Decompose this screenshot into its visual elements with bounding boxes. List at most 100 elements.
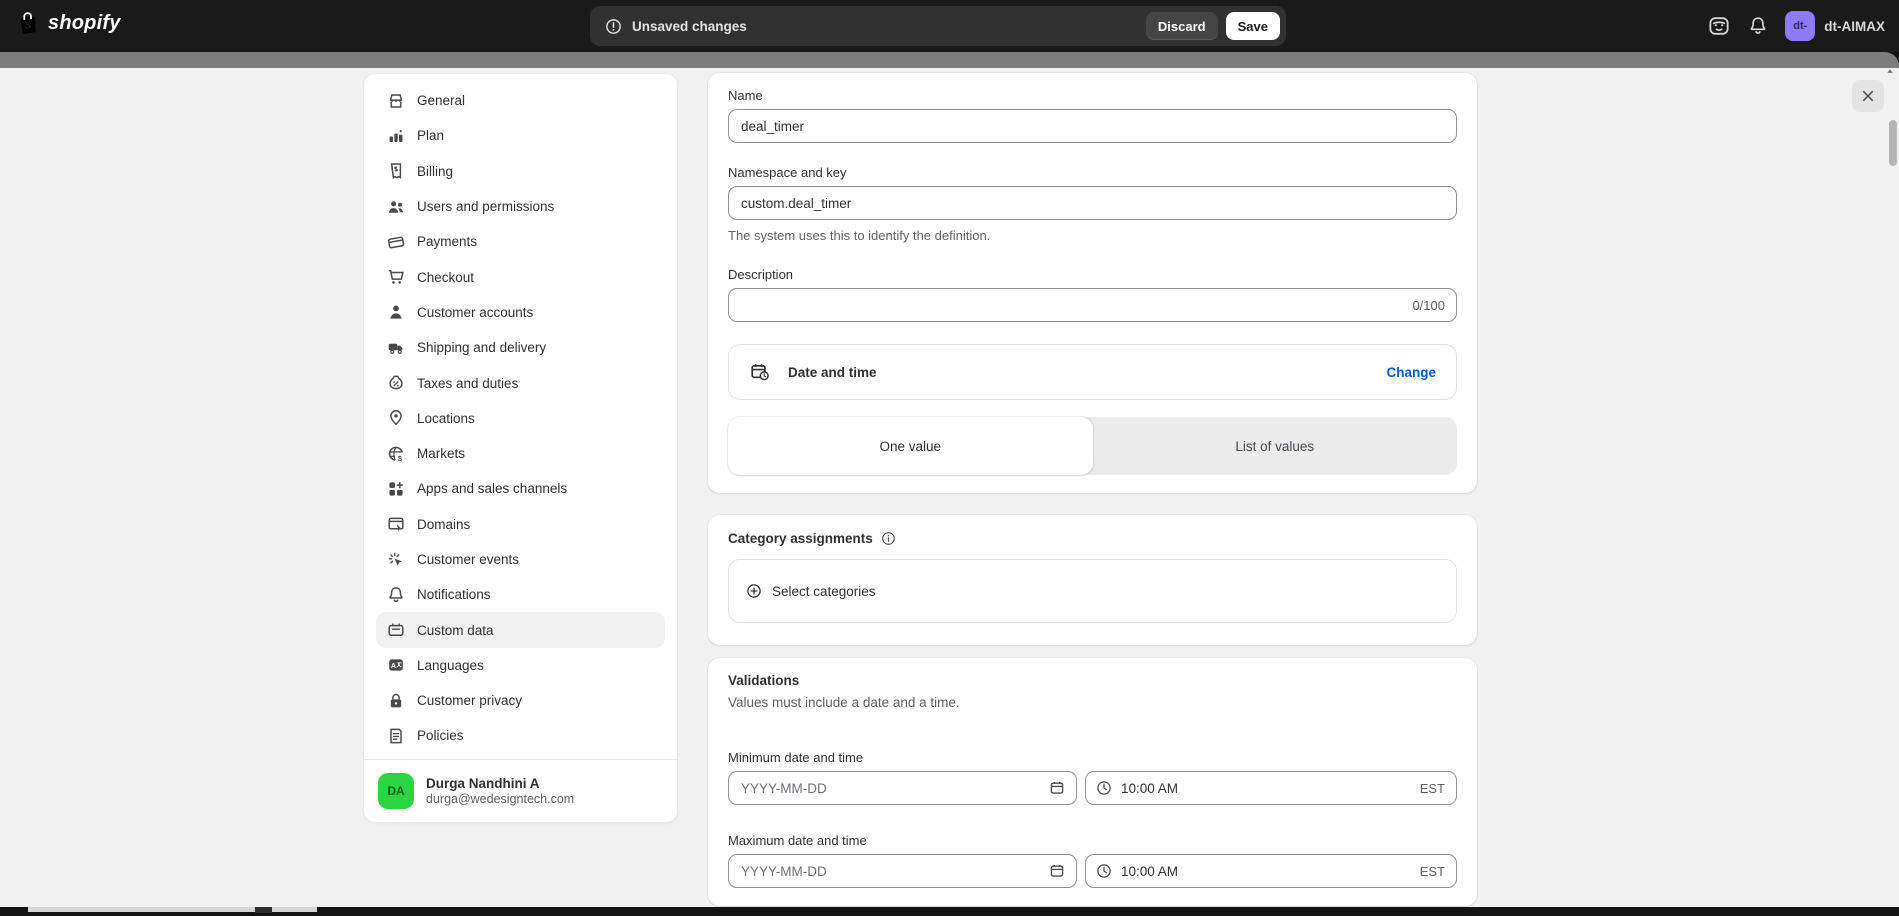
person-icon: [386, 302, 406, 322]
validations-subtitle: Values must include a date and a time.: [728, 695, 1457, 710]
sidebar-item-users-and-permissions[interactable]: Users and permissions: [376, 189, 665, 224]
max-date-input[interactable]: [728, 854, 1077, 888]
svg-text:A: A: [391, 663, 396, 670]
sidebar-item-label: Locations: [417, 411, 475, 426]
sidebar-item-languages[interactable]: A Languages: [376, 648, 665, 683]
policies-icon: [386, 726, 406, 746]
sidebar-item-domains[interactable]: Domains: [376, 507, 665, 542]
unsaved-changes-message: Unsaved changes: [632, 19, 747, 34]
validations-card: Validations Values must include a date a…: [708, 658, 1477, 906]
sidebar-item-notifications[interactable]: Notifications: [376, 577, 665, 612]
taxes-icon: [386, 373, 406, 393]
sidebar-item-label: Policies: [417, 728, 464, 743]
min-date-input[interactable]: [728, 771, 1077, 805]
category-assignments-title: Category assignments: [728, 531, 873, 546]
sidebar-item-label: General: [417, 93, 465, 108]
domains-icon: [386, 514, 406, 534]
sidebar-item-payments[interactable]: Payments: [376, 224, 665, 259]
markets-icon: $: [386, 444, 406, 464]
sidebar-item-label: Billing: [417, 164, 453, 179]
sidebar-item-label: Checkout: [417, 270, 474, 285]
sidebar-item-locations[interactable]: Locations: [376, 401, 665, 436]
close-settings-button[interactable]: [1852, 80, 1884, 112]
sidebar-item-billing[interactable]: Billing: [376, 154, 665, 189]
scrollbar-thumb[interactable]: [1889, 120, 1897, 166]
select-categories-button[interactable]: Select categories: [728, 559, 1457, 623]
content-type-label: Date and time: [788, 365, 877, 380]
settings-sidebar: General Plan Billing Users and permissio…: [363, 73, 678, 823]
bell-icon: [386, 585, 406, 605]
sidebar-item-label: Languages: [417, 658, 484, 673]
sidebar-item-label: Plan: [417, 128, 444, 143]
sidebar-item-customer-accounts[interactable]: Customer accounts: [376, 295, 665, 330]
discard-button[interactable]: Discard: [1146, 12, 1218, 40]
notifications-button[interactable]: [1747, 15, 1769, 37]
bell-icon: [1747, 25, 1769, 40]
content-type-row: Date and time Change: [728, 344, 1457, 400]
sidebar-item-plan[interactable]: Plan: [376, 118, 665, 153]
sidebar-item-label: Custom data: [417, 623, 494, 638]
info-icon[interactable]: [880, 530, 897, 547]
apps-icon: [386, 479, 406, 499]
topbar-right-cluster: dt- dt-AIMAX: [1707, 0, 1885, 52]
save-button[interactable]: Save: [1226, 12, 1280, 40]
payments-icon: [386, 232, 406, 252]
languages-icon: A: [386, 655, 406, 675]
one-value-segment[interactable]: One value: [728, 417, 1093, 475]
min-time-input[interactable]: [1085, 771, 1457, 805]
svg-text:$: $: [398, 454, 403, 463]
min-datetime-label: Minimum date and time: [728, 750, 1457, 765]
name-input[interactable]: [728, 109, 1457, 143]
sidebar-item-customer-privacy[interactable]: Customer privacy: [376, 683, 665, 718]
change-type-link[interactable]: Change: [1386, 365, 1436, 380]
sidebar-item-custom-data[interactable]: Custom data: [376, 612, 665, 647]
sidebar-user-card[interactable]: DA Durga Nandhini A durga@wedesigntech.c…: [364, 760, 677, 822]
sidebar-item-policies[interactable]: Policies: [376, 718, 665, 753]
sidebar-item-customer-events[interactable]: Customer events: [376, 542, 665, 577]
namespace-help-text: The system uses this to identify the def…: [728, 228, 1457, 243]
customdata-icon: [386, 620, 406, 640]
shopify-logo[interactable]: S shopify: [14, 10, 121, 37]
modal-backdrop-band: [0, 52, 1899, 68]
shopify-settings-screen: S shopify Unsaved changes Discard Save d…: [0, 0, 1899, 916]
namespace-input[interactable]: [728, 186, 1457, 220]
sidebar-item-label: Shipping and delivery: [417, 340, 546, 355]
close-icon: [1859, 93, 1877, 108]
sidebar-item-label: Customer events: [417, 552, 519, 567]
sidebar-item-label: Domains: [417, 517, 470, 532]
select-categories-label: Select categories: [772, 584, 876, 599]
store-icon: [386, 91, 406, 111]
name-label: Name: [728, 88, 1457, 103]
sidebar-item-shipping-and-delivery[interactable]: Shipping and delivery: [376, 330, 665, 365]
max-time-input[interactable]: [1085, 854, 1457, 888]
user-name: Durga Nandhini A: [426, 775, 574, 792]
cardinality-segmented-control: One value List of values: [728, 417, 1457, 475]
checkout-icon: [386, 267, 406, 287]
store-name: dt-AIMAX: [1824, 19, 1885, 34]
sidebar-item-apps-and-sales-channels[interactable]: Apps and sales channels: [376, 471, 665, 506]
description-input[interactable]: [728, 288, 1457, 322]
alert-circle-icon: [604, 17, 623, 36]
sidebar-item-label: Customer accounts: [417, 305, 533, 320]
truck-icon: [386, 338, 406, 358]
billing-icon: [386, 161, 406, 181]
pin-icon: [386, 408, 406, 428]
plus-circle-icon: [745, 582, 763, 600]
sidebar-item-label: Taxes and duties: [417, 376, 518, 391]
svg-text:S: S: [25, 20, 32, 31]
shopify-bag-icon: S: [14, 10, 41, 37]
sidebar-item-label: Customer privacy: [417, 693, 522, 708]
sidebar-item-markets[interactable]: $ Markets: [376, 436, 665, 471]
sidebar-item-label: Notifications: [417, 587, 491, 602]
taskbar-segment: [272, 907, 317, 912]
sidekick-assistant-button[interactable]: [1707, 14, 1731, 38]
sidebar-item-label: Markets: [417, 446, 465, 461]
sidebar-item-taxes-and-duties[interactable]: Taxes and duties: [376, 365, 665, 400]
sidebar-item-checkout[interactable]: Checkout: [376, 259, 665, 294]
sidebar-item-general[interactable]: General: [376, 83, 665, 118]
sidebar-item-label: Apps and sales channels: [417, 481, 567, 496]
store-menu-button[interactable]: dt- dt-AIMAX: [1785, 11, 1885, 41]
list-of-values-segment[interactable]: List of values: [1093, 417, 1458, 475]
sidekick-face-icon: [1707, 26, 1731, 41]
scrollbar-up-arrow[interactable]: [1884, 66, 1896, 78]
